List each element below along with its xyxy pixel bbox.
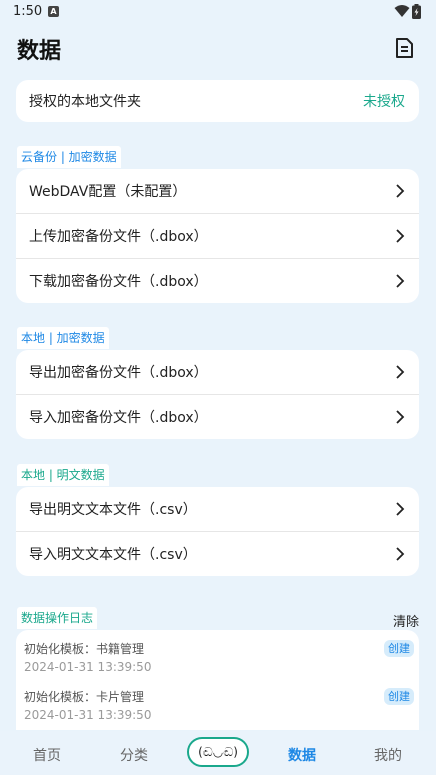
item-label: 下载加密备份文件（.dbox） xyxy=(29,274,208,290)
auth-status: 未授权 xyxy=(363,94,405,110)
export-csv-item[interactable]: 导出明文文本文件（.csv） xyxy=(16,487,419,532)
wifi-icon xyxy=(394,5,410,17)
import-csv-item[interactable]: 导入明文文本文件（.csv） xyxy=(16,532,419,576)
chevron-right-icon xyxy=(396,410,405,424)
log-entry-title: 初始化模板：书籍管理 xyxy=(24,642,145,656)
local-encrypted-card: 导出加密备份文件（.dbox） 导入加密备份文件（.dbox） xyxy=(16,350,419,439)
item-label: WebDAV配置（未配置） xyxy=(29,184,187,200)
log-entry-badge: 创建 xyxy=(384,688,414,705)
item-label: 导出明文文本文件（.csv） xyxy=(29,502,197,518)
battery-icon xyxy=(412,4,421,19)
section-label-local-plain: 本地 | 明文数据 xyxy=(17,464,109,486)
log-entry-time: 2024-01-31 13:39:50 xyxy=(24,660,152,674)
chevron-right-icon xyxy=(396,274,405,288)
document-icon[interactable] xyxy=(393,37,415,59)
item-label: 导出加密备份文件（.dbox） xyxy=(29,365,208,381)
bottom-nav: 首页 分类 (ඬ◡ඬ) 数据 我的 xyxy=(0,731,436,775)
nav-center-button[interactable]: (ඬ◡ඬ) xyxy=(187,737,249,767)
item-label: 导入明文文本文件（.csv） xyxy=(29,547,197,563)
auth-folder-card[interactable]: 授权的本地文件夹 未授权 xyxy=(16,80,419,122)
nav-mine[interactable]: 我的 xyxy=(374,745,402,765)
item-label: 导入加密备份文件（.dbox） xyxy=(29,410,208,426)
log-entry-title: 初始化模板：卡片管理 xyxy=(24,690,145,704)
chevron-right-icon xyxy=(396,547,405,561)
cloud-card: WebDAV配置（未配置） 上传加密备份文件（.dbox） 下载加密备份文件（.… xyxy=(16,169,419,303)
log-entry: 初始化模板：书籍管理 2024-01-31 13:39:50 创建 xyxy=(24,640,414,684)
download-backup-item[interactable]: 下载加密备份文件（.dbox） xyxy=(16,259,419,303)
section-label-log: 数据操作日志 xyxy=(17,607,98,629)
log-entry-badge: 创建 xyxy=(384,640,414,657)
local-plain-card: 导出明文文本文件（.csv） 导入明文文本文件（.csv） xyxy=(16,487,419,576)
nav-data[interactable]: 数据 xyxy=(288,745,316,765)
nav-home[interactable]: 首页 xyxy=(33,745,61,765)
chevron-right-icon xyxy=(396,229,405,243)
chevron-right-icon xyxy=(396,184,405,198)
nav-category[interactable]: 分类 xyxy=(120,745,148,765)
status-bar: 1:50 A xyxy=(0,0,436,24)
page-title: 数据 xyxy=(17,39,62,64)
item-label: 上传加密备份文件（.dbox） xyxy=(29,229,208,245)
log-entry-time: 2024-01-31 13:39:50 xyxy=(24,708,152,722)
log-entry: 初始化模板：卡片管理 2024-01-31 13:39:50 创建 xyxy=(24,688,414,730)
status-time: 1:50 xyxy=(13,4,43,19)
notification-icon: A xyxy=(48,6,59,17)
chevron-right-icon xyxy=(396,502,405,516)
chevron-right-icon xyxy=(396,365,405,379)
export-encrypted-item[interactable]: 导出加密备份文件（.dbox） xyxy=(16,350,419,395)
auth-folder-label: 授权的本地文件夹 xyxy=(29,94,141,110)
import-encrypted-item[interactable]: 导入加密备份文件（.dbox） xyxy=(16,395,419,439)
section-label-cloud: 云备份 | 加密数据 xyxy=(17,146,121,168)
section-label-local-encrypted: 本地 | 加密数据 xyxy=(17,327,109,349)
webdav-config-item[interactable]: WebDAV配置（未配置） xyxy=(16,169,419,214)
log-card: 初始化模板：书籍管理 2024-01-31 13:39:50 创建 初始化模板：… xyxy=(16,630,419,730)
clear-log-button[interactable]: 清除 xyxy=(393,611,419,630)
upload-backup-item[interactable]: 上传加密备份文件（.dbox） xyxy=(16,214,419,259)
